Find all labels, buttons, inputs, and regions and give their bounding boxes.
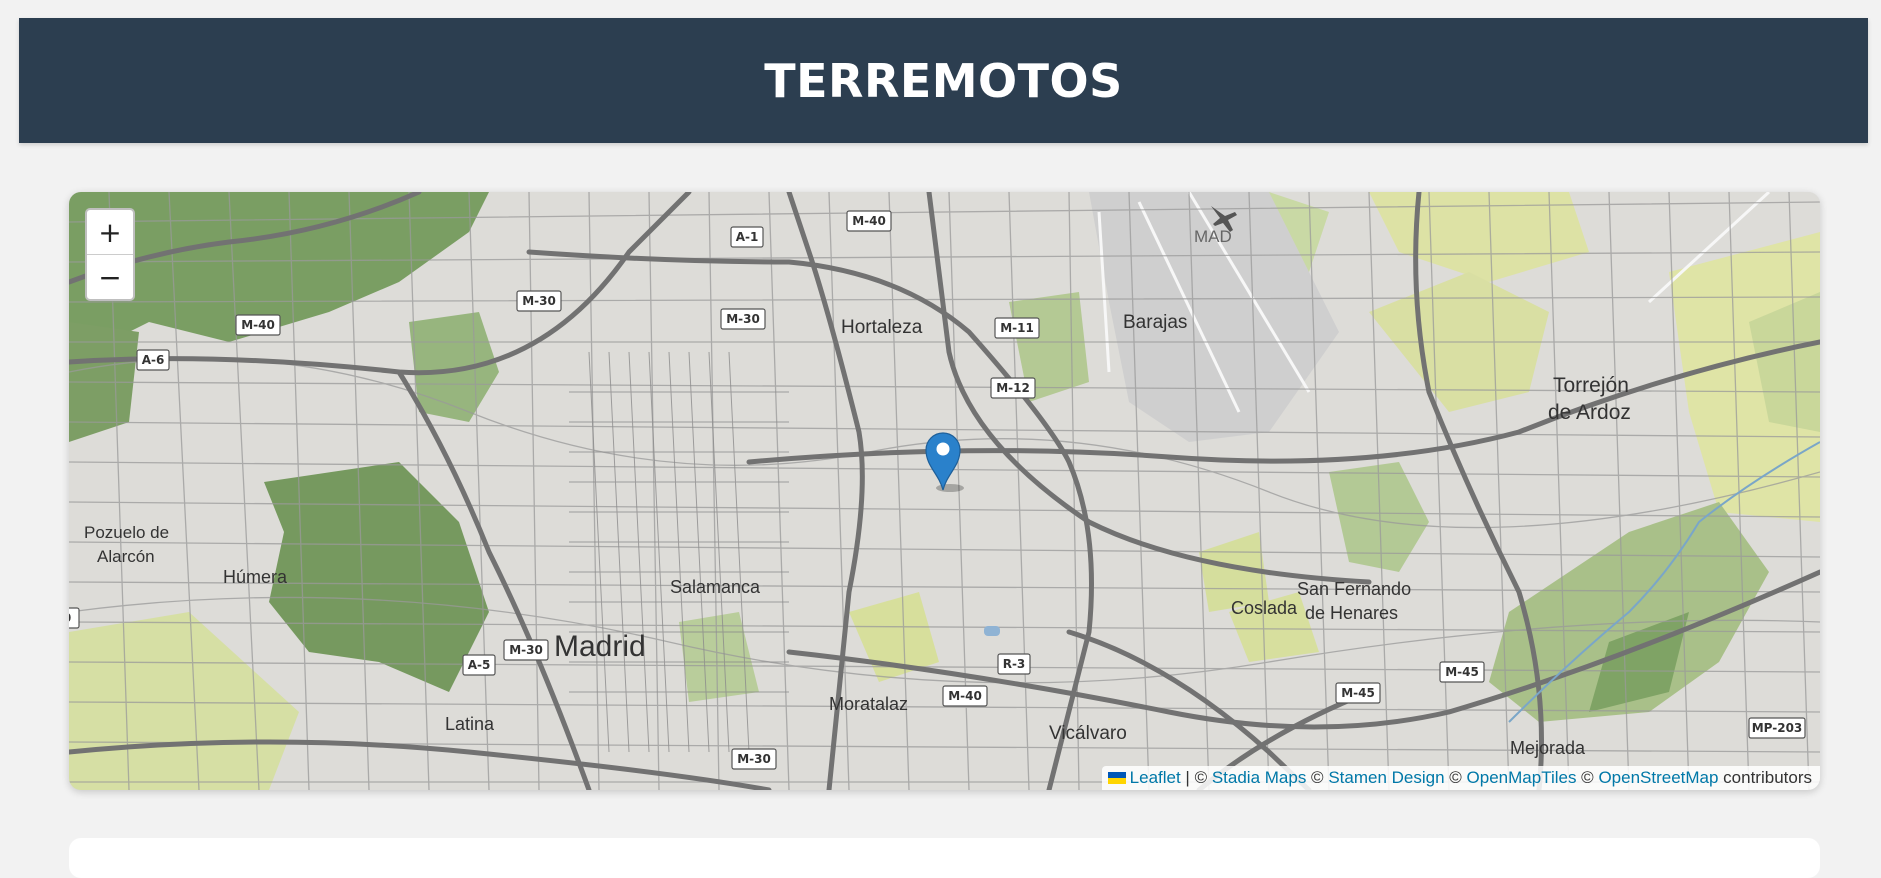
zoom-in-button[interactable]: +	[87, 210, 133, 254]
openstreetmap-link[interactable]: OpenStreetMap	[1598, 768, 1718, 787]
page-title: TERREMOTOS	[764, 53, 1123, 108]
svg-text:M-30: M-30	[509, 643, 543, 657]
label-madrid: Madrid	[554, 630, 646, 663]
svg-text:0: 0	[69, 611, 71, 625]
pond	[984, 626, 1000, 636]
openmaptiles-link[interactable]: OpenMapTiles	[1467, 768, 1577, 787]
label-san-fernando-1: San Fernando	[1297, 579, 1411, 599]
svg-text:M-30: M-30	[737, 752, 771, 766]
zoom-control: + −	[85, 208, 135, 301]
map-attribution: Leaflet | © Stadia Maps © Stamen Design …	[1101, 766, 1820, 790]
label-moratalaz: Moratalaz	[829, 694, 908, 714]
svg-text:R-3: R-3	[1003, 657, 1026, 671]
svg-text:M-40: M-40	[241, 318, 275, 332]
leaflet-link[interactable]: Leaflet	[1130, 768, 1181, 787]
ukraine-flag-icon	[1107, 772, 1126, 784]
page-header: TERREMOTOS	[19, 18, 1868, 143]
label-barajas: Barajas	[1123, 312, 1187, 333]
map[interactable]: Madrid Hortaleza Barajas MAD Torrejón de…	[69, 192, 1820, 790]
map-marker-icon[interactable]	[924, 430, 964, 497]
label-pozuelo-1: Pozuelo de	[84, 523, 169, 542]
svg-text:M-40: M-40	[948, 689, 982, 703]
label-salamanca: Salamanca	[670, 577, 761, 597]
svg-text:A-1: A-1	[736, 230, 759, 244]
label-torrejon-1: Torrejón	[1553, 374, 1629, 397]
svg-text:A-6: A-6	[142, 353, 165, 367]
label-latina: Latina	[445, 714, 495, 734]
label-mad: MAD	[1194, 227, 1232, 246]
svg-text:M-30: M-30	[522, 294, 556, 308]
label-coslada: Coslada	[1231, 598, 1298, 618]
label-hortaleza: Hortaleza	[841, 317, 923, 338]
svg-text:M-12: M-12	[996, 381, 1030, 395]
label-mejorada: Mejorada	[1510, 738, 1586, 758]
attribution-separator: ©	[1444, 768, 1467, 787]
svg-text:MP-203: MP-203	[1752, 721, 1803, 735]
zoom-out-button[interactable]: −	[87, 254, 133, 299]
svg-text:M-40: M-40	[852, 214, 886, 228]
attribution-separator: ©	[1576, 768, 1599, 787]
attribution-separator: ©	[1306, 768, 1329, 787]
label-torrejon-2: de Ardoz	[1548, 401, 1631, 424]
svg-text:A-5: A-5	[468, 658, 491, 672]
stamen-link[interactable]: Stamen Design	[1328, 768, 1444, 787]
attribution-separator: | ©	[1180, 768, 1212, 787]
svg-text:M-45: M-45	[1341, 686, 1375, 700]
label-humera: Húmera	[223, 567, 288, 587]
attribution-suffix: contributors	[1718, 768, 1812, 787]
svg-text:M-30: M-30	[726, 312, 760, 326]
label-pozuelo-2: Alarcón	[97, 547, 155, 566]
label-vicalvaro: Vicálvaro	[1049, 723, 1127, 744]
svg-text:M-11: M-11	[1000, 321, 1034, 335]
content-card	[69, 838, 1820, 878]
label-san-fernando-2: de Henares	[1305, 603, 1398, 623]
stadia-link[interactable]: Stadia Maps	[1212, 768, 1307, 787]
svg-text:M-45: M-45	[1445, 665, 1479, 679]
